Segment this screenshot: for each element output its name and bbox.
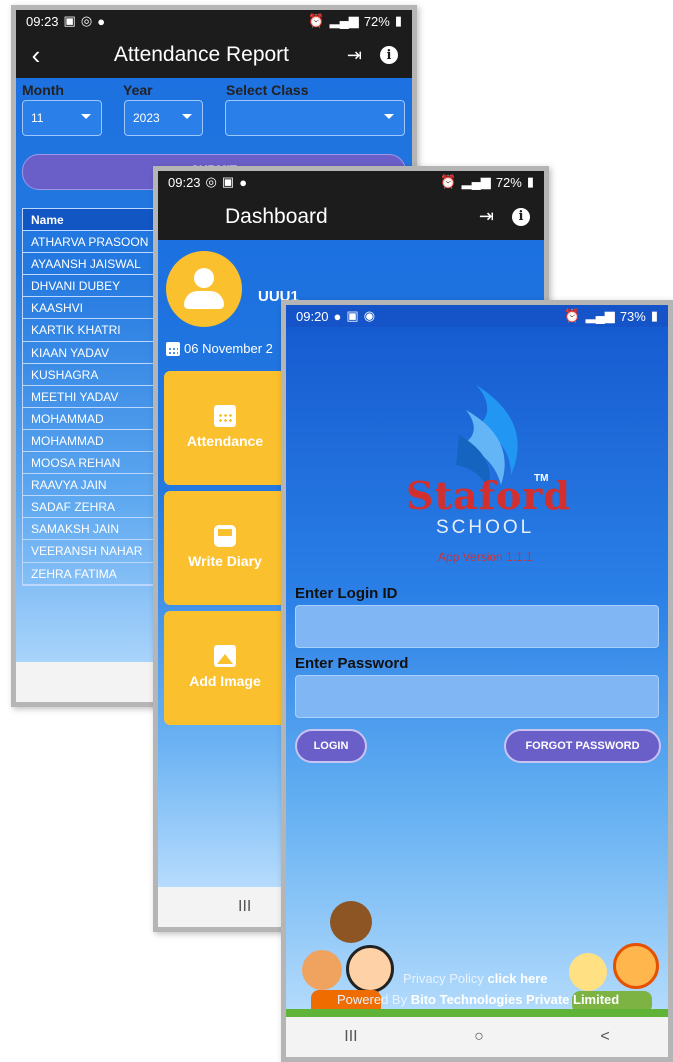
chevron-down-icon — [384, 114, 394, 119]
kid-figure — [569, 953, 607, 991]
alarm-icon: ⏰ — [308, 13, 325, 28]
info-icon[interactable]: i — [380, 46, 398, 64]
user-icon — [194, 268, 214, 288]
back-button[interactable]: < — [600, 1028, 609, 1046]
month-label: Month — [22, 82, 64, 98]
gallery-icon: ▣ — [221, 174, 235, 189]
app-bar: Dashboard ⇥ i — [158, 193, 544, 240]
page-title: Dashboard — [225, 204, 328, 228]
battery-level: 72% — [495, 174, 522, 190]
bus-icon — [214, 525, 236, 547]
login-button[interactable]: LOGIN — [295, 729, 367, 763]
status-time: 09:20 — [296, 308, 329, 324]
gallery-icon: ▣ — [346, 308, 359, 323]
password-label: Enter Password — [295, 655, 409, 672]
signal-icon: ▂▄▆ — [461, 174, 491, 189]
login-id-label: Enter Login ID — [295, 585, 398, 602]
info-icon[interactable]: i — [512, 207, 530, 226]
login-screen: 09:20 ● ▣ ◉ ⏰ ▂▄▆ 73% ▮ Staford TM SCHOOL Ap… — [286, 305, 668, 1017]
notification-icon: ● — [97, 13, 106, 29]
tile-label: Write Diary — [188, 553, 262, 569]
brand-subtitle: SCHOOL — [436, 517, 535, 538]
avatar — [166, 251, 242, 327]
powered-company: Bito Technologies Private Limited — [410, 992, 620, 1007]
battery-level: 73% — [619, 308, 646, 324]
powered-by: Powered By Bito Technologies Private Lim… — [337, 992, 619, 1007]
status-time: 09:23 — [168, 174, 201, 190]
app-bar: ‹ Attendance Report ⇥ i — [16, 32, 412, 78]
write-diary-tile[interactable]: Write Diary — [164, 491, 286, 605]
privacy-policy: Privacy Policy click here — [403, 971, 548, 986]
user-icon-body — [184, 291, 224, 309]
battery-level: 72% — [363, 13, 390, 29]
system-nav-bar: III ○ < — [286, 1017, 668, 1057]
year-label: Year — [123, 82, 153, 98]
signal-icon: ▂▄▆ — [329, 13, 359, 28]
whatsapp-icon: ◎ — [205, 174, 217, 189]
kid-figure — [302, 950, 342, 990]
calendar-icon — [166, 341, 180, 356]
status-bar: 09:20 ● ▣ ◉ ⏰ ▂▄▆ 73% ▮ — [286, 305, 668, 327]
chevron-down-icon — [182, 114, 192, 119]
date-row: 06 November 2 — [166, 341, 273, 356]
notification-icon: ● — [333, 308, 342, 324]
add-image-tile[interactable]: Add Image — [164, 611, 286, 725]
logout-icon[interactable]: ⇥ — [479, 206, 494, 227]
tile-label: Attendance — [186, 433, 264, 449]
notification-icon: ● — [239, 174, 248, 190]
password-field[interactable] — [295, 675, 659, 718]
page-title: Attendance Report — [113, 43, 290, 66]
month-dropdown[interactable]: 11 — [22, 100, 102, 136]
kid-figure — [346, 945, 394, 993]
kid-figure — [330, 901, 372, 943]
class-dropdown[interactable] — [225, 100, 405, 136]
tile-label: Add Image — [189, 673, 261, 689]
alarm-icon: ⏰ — [440, 174, 457, 189]
forgot-password-button[interactable]: FORGOT PASSWORD — [504, 729, 661, 763]
class-label: Select Class — [226, 82, 309, 98]
trademark: TM — [534, 473, 549, 484]
status-time: 09:23 — [26, 13, 59, 29]
privacy-prefix: Privacy Policy — [403, 971, 484, 986]
home-button[interactable]: ○ — [474, 1028, 484, 1046]
app-version: App Version 1.1.1 — [438, 550, 533, 564]
battery-icon: ▮ — [526, 174, 534, 189]
image-icon — [214, 645, 236, 667]
whatsapp-icon: ◎ — [80, 13, 93, 28]
powered-prefix: Powered By — [337, 992, 408, 1007]
login-id-field[interactable] — [295, 605, 659, 648]
signal-icon: ▂▄▆ — [585, 308, 615, 323]
calendar-icon — [214, 405, 236, 427]
status-bar: 09:23 ▣ ◎ ● ⏰ ▂▄▆ 72% ▮ — [16, 10, 412, 32]
year-dropdown[interactable]: 2023 — [124, 100, 203, 136]
chevron-down-icon — [81, 114, 91, 119]
grass-strip — [286, 1009, 668, 1017]
privacy-link[interactable]: click here — [488, 971, 548, 986]
back-arrow-icon[interactable]: ‹ — [16, 40, 56, 71]
battery-icon: ▮ — [650, 308, 658, 323]
alarm-icon: ⏰ — [564, 308, 581, 323]
kid-figure — [613, 943, 659, 989]
battery-icon: ▮ — [394, 13, 402, 28]
status-bar: 09:23 ◎ ▣ ● ⏰ ▂▄▆ 72% ▮ — [158, 171, 544, 193]
current-date: 06 November 2 — [184, 341, 273, 356]
month-value: 11 — [31, 111, 44, 125]
recents-button[interactable]: III — [344, 1028, 357, 1046]
record-icon: ◉ — [363, 308, 376, 323]
filters: Month Year Select Class 11 2023 — [16, 78, 412, 153]
gallery-icon: ▣ — [63, 13, 76, 28]
attendance-tile[interactable]: Attendance — [164, 371, 286, 485]
logout-icon[interactable]: ⇥ — [347, 45, 362, 66]
login-phone: 09:20 ● ▣ ◉ ⏰ ▂▄▆ 73% ▮ Staford TM SCHOOL Ap… — [281, 300, 673, 1062]
recents-button[interactable]: III — [238, 898, 251, 916]
year-value: 2023 — [133, 111, 160, 125]
